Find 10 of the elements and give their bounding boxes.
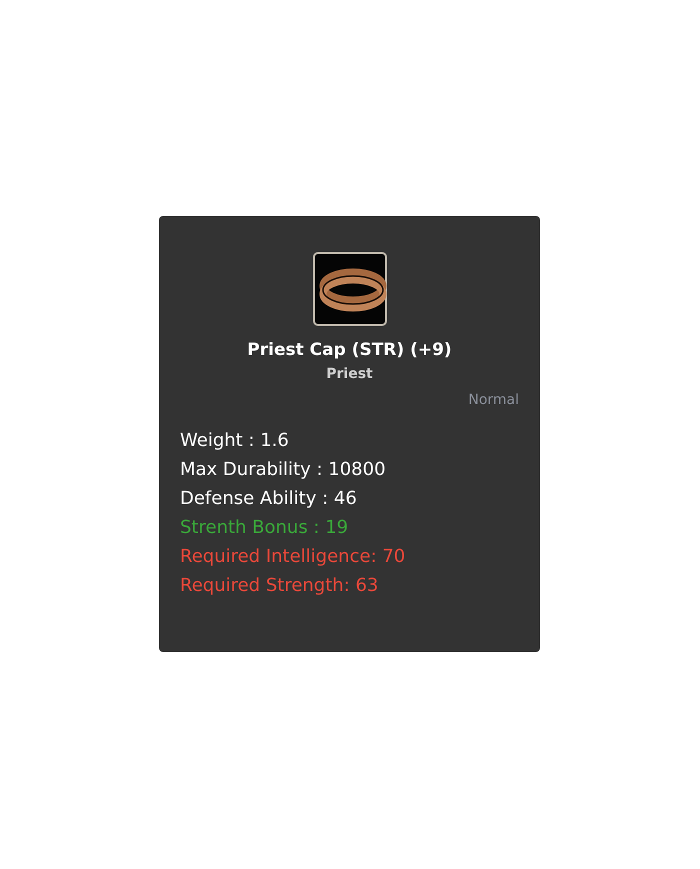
item-grade: Normal [468,392,519,408]
item-name: Priest Cap (STR) (+9) [247,340,452,360]
item-class: Priest [326,366,373,382]
stat-line: Required Strength: 63 [180,574,380,598]
stat-line: Strenth Bonus : 19 [180,516,350,540]
stat-line: Weight : 1.6 [180,429,290,453]
stat-line: Max Durability : 10800 [180,458,387,482]
stat-line: Required Intelligence: 70 [180,545,406,569]
ring-icon [312,252,386,326]
stat-line: Defense Ability : 46 [180,487,358,511]
